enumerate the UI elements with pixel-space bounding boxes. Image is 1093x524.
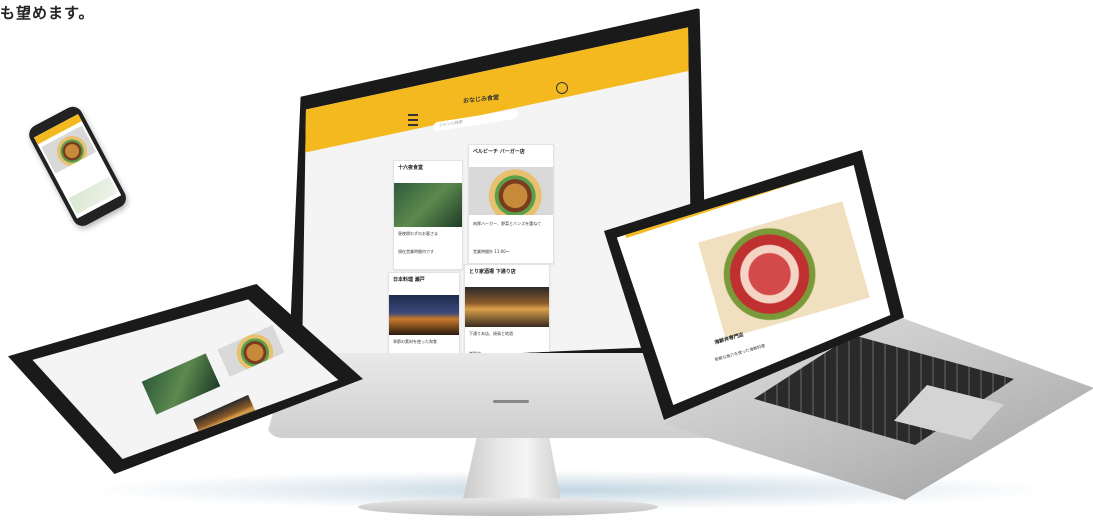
tablet-card-image xyxy=(141,353,221,415)
card-status: 現在営業時間内です xyxy=(398,249,434,254)
phone-map xyxy=(68,176,118,215)
shop-card[interactable]: ベルビーチ バーガー店 肉厚バーガー、野菜とバンズを重ねて 営業時間外 11:0… xyxy=(468,144,554,264)
card-text: 下通り本店、焼鳥と地酒 xyxy=(469,331,513,336)
card-image xyxy=(389,295,459,335)
card-text: 季節の素材を使った和食 xyxy=(393,339,437,344)
card-text: 肉厚バーガー、野菜とバンズを重ねて xyxy=(473,221,542,226)
card-text: 昼夜問わずのお客さま xyxy=(398,231,438,236)
card-image xyxy=(469,167,553,215)
shop-card[interactable]: 十六夜食堂 昼夜問わずのお客さま 現在営業時間内です xyxy=(393,160,463,270)
search-placeholder: ジャンル検索 xyxy=(439,119,463,128)
laptop-food-image xyxy=(698,201,870,339)
phone-screen xyxy=(33,113,122,219)
caption-text: も望めます。 xyxy=(0,4,95,22)
card-title: とり家酒場 下通り店 xyxy=(469,269,516,275)
laptop-shop-text: 新鮮な魚介を使った海鮮料理 xyxy=(714,342,766,363)
phone-device xyxy=(25,84,171,237)
card-image xyxy=(465,287,549,327)
card-title: ベルビーチ バーガー店 xyxy=(473,149,525,155)
tablet-device xyxy=(8,284,368,484)
card-image xyxy=(394,183,462,227)
hamburger-icon[interactable] xyxy=(408,114,418,126)
monitor-base xyxy=(358,498,658,516)
card-title: 日本料理 瀬戸 xyxy=(393,277,425,283)
phone-body xyxy=(25,103,130,230)
monitor-logo xyxy=(493,400,529,403)
card-title: 十六夜食堂 xyxy=(398,165,424,171)
cart-icon[interactable] xyxy=(556,82,568,94)
shop-card[interactable]: 日本料理 瀬戸 季節の素材を使った和食 予約可 xyxy=(388,272,460,363)
card-status: 営業時間外 11:00〜 xyxy=(473,249,510,254)
tablet-card-image xyxy=(217,325,285,377)
shop-card[interactable]: とり家酒場 下通り店 下通り本店、焼鳥と地酒 営業中 xyxy=(464,264,550,363)
laptop-device: 海鮮丼専門店 新鮮な魚介を使った海鮮料理 xyxy=(604,150,1093,500)
